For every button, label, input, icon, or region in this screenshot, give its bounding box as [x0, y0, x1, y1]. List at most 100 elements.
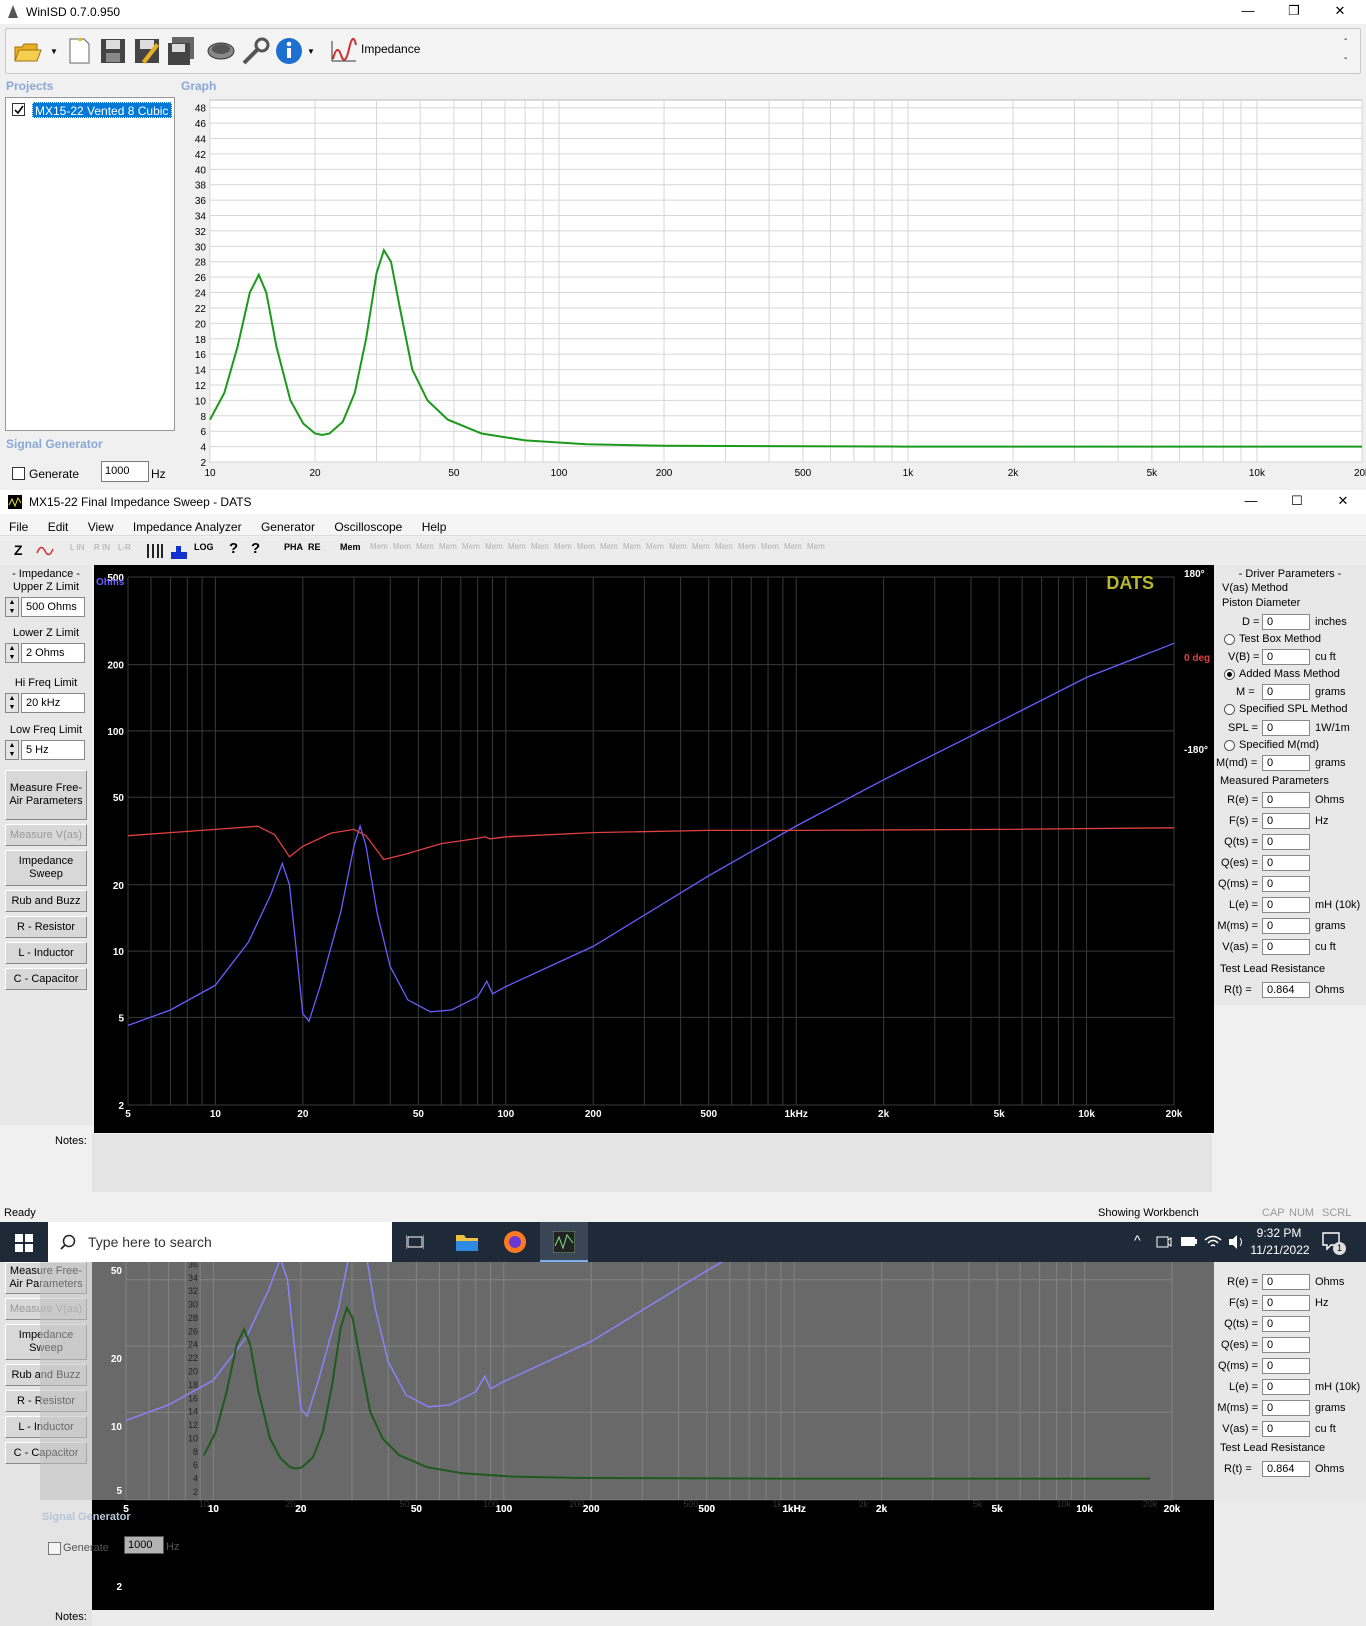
- file-explorer-icon[interactable]: [455, 1231, 479, 1253]
- info-dropdown-icon[interactable]: ▼: [307, 47, 315, 56]
- tools-wrench-icon[interactable]: [240, 35, 270, 67]
- dats-impedance-chart[interactable]: 500200100502010525 10 20 50 100 200 500 1kHz 2k 5…: [94, 565, 1214, 1133]
- vb-input[interactable]: 0: [1262, 649, 1310, 665]
- hi-freq-value[interactable]: 20 kHz: [21, 693, 85, 713]
- memory-slot-icon[interactable]: Mem: [439, 542, 457, 551]
- driver-icon[interactable]: [206, 35, 236, 67]
- info-icon[interactable]: [274, 35, 304, 67]
- param-input[interactable]: 0: [1262, 792, 1310, 808]
- toolbar-scroll-up[interactable]: -: [1344, 34, 1347, 45]
- list-item[interactable]: MX15-22 Vented 8 Cubic Fe: [10, 102, 172, 118]
- project-checkbox[interactable]: [12, 103, 25, 116]
- menu-help[interactable]: Help: [422, 520, 447, 534]
- battery-icon[interactable]: [1180, 1235, 1198, 1249]
- spectrum-icon[interactable]: [170, 542, 188, 560]
- menu-impedance-analyzer[interactable]: Impedance Analyzer: [133, 520, 242, 534]
- mmd-input[interactable]: 0: [1262, 755, 1310, 771]
- overlay-generate-checkbox[interactable]: [48, 1542, 61, 1555]
- memory-slot-icon[interactable]: Mem: [393, 542, 411, 551]
- dats-minimize-button[interactable]: —: [1228, 490, 1274, 514]
- generate-checkbox[interactable]: [12, 467, 25, 480]
- param-input[interactable]: 0: [1262, 1379, 1310, 1395]
- search-box[interactable]: Type here to search: [48, 1222, 392, 1262]
- memory-slot-icon[interactable]: Mem: [462, 542, 480, 551]
- spinner-arrows-icon[interactable]: ▲ ▼: [5, 740, 19, 760]
- impedance-sweep-button[interactable]: Impedance Sweep: [5, 850, 87, 886]
- log-icon[interactable]: LOG: [194, 542, 214, 552]
- menu-generator[interactable]: Generator: [261, 520, 315, 534]
- open-folder-icon[interactable]: [12, 35, 42, 67]
- inductor-button[interactable]: L - Inductor: [5, 942, 87, 964]
- added-mass-radio[interactable]: [1224, 669, 1235, 680]
- maximize-button[interactable]: ❐: [1271, 0, 1317, 24]
- dropdown-arrow-icon[interactable]: ▼: [50, 47, 58, 56]
- volume-icon[interactable]: [1228, 1234, 1246, 1250]
- d-input[interactable]: 0: [1262, 614, 1310, 630]
- memory-slot-icon[interactable]: Mem: [715, 542, 733, 551]
- param-input[interactable]: 0: [1262, 1274, 1310, 1290]
- rt-input[interactable]: 0.864: [1262, 982, 1310, 998]
- memory-slot-icon[interactable]: Mem: [669, 542, 687, 551]
- project-name[interactable]: MX15-22 Vented 8 Cubic Fe: [32, 102, 172, 118]
- waveform-icon[interactable]: [36, 543, 54, 559]
- param-input[interactable]: 0: [1262, 1358, 1310, 1374]
- minimize-button[interactable]: —: [1225, 0, 1271, 24]
- save-as-icon[interactable]: [132, 35, 162, 67]
- help-icon[interactable]: ?: [229, 540, 238, 557]
- hi-freq-spinner[interactable]: ▲ ▼ 20 kHz: [5, 693, 85, 713]
- spl-radio[interactable]: [1224, 704, 1235, 715]
- spinner-arrows-icon[interactable]: ▲ ▼: [5, 643, 19, 663]
- memory-slot-icon[interactable]: Mem: [508, 542, 526, 551]
- param-input[interactable]: 0: [1262, 918, 1310, 934]
- upper-z-value[interactable]: 500 Ohms: [21, 597, 85, 617]
- memory-slot-icon[interactable]: Mem: [623, 542, 641, 551]
- param-input[interactable]: 0: [1262, 1316, 1310, 1332]
- param-input[interactable]: 0: [1262, 834, 1310, 850]
- lower-z-value[interactable]: 2 Ohms: [21, 643, 85, 663]
- param-input[interactable]: 0: [1262, 1337, 1310, 1353]
- memory-slot-icon[interactable]: Mem: [577, 542, 595, 551]
- firefox-icon[interactable]: [503, 1230, 527, 1254]
- memory-slot-icon[interactable]: Mem: [600, 542, 618, 551]
- menu-edit[interactable]: Edit: [48, 520, 69, 534]
- memory-slot-icon[interactable]: Mem: [738, 542, 756, 551]
- new-file-icon[interactable]: [64, 35, 94, 67]
- re-im-icon[interactable]: RE: [308, 542, 321, 552]
- resistor-button[interactable]: R - Resistor: [5, 916, 87, 938]
- graph-type-label[interactable]: Impedance: [361, 42, 420, 56]
- mmd-radio[interactable]: [1224, 740, 1235, 751]
- measure-free-air-button[interactable]: Measure Free-Air Parameters: [5, 770, 87, 820]
- impedance-graph-icon[interactable]: [329, 35, 359, 67]
- memory-slot-icon[interactable]: Mem: [531, 542, 549, 551]
- show-hidden-icons[interactable]: ^: [1134, 1232, 1141, 1248]
- spl-input[interactable]: 0: [1262, 720, 1310, 736]
- save-all-icon[interactable]: [166, 35, 196, 67]
- measure-vas-button[interactable]: Measure V(as): [5, 824, 87, 846]
- param-input[interactable]: 0: [1262, 897, 1310, 913]
- memory-slot-icon[interactable]: Mem: [761, 542, 779, 551]
- test-box-radio[interactable]: [1224, 634, 1235, 645]
- dats-close-button[interactable]: ✕: [1320, 490, 1366, 514]
- capacitor-button[interactable]: C - Capacitor: [5, 968, 87, 990]
- menu-file[interactable]: File: [9, 520, 28, 534]
- memory-slot-icon[interactable]: Mem: [784, 542, 802, 551]
- spinner-arrows-icon[interactable]: ▲ ▼: [5, 693, 19, 713]
- meet-now-icon[interactable]: [1156, 1234, 1172, 1250]
- m-input[interactable]: 0: [1262, 684, 1310, 700]
- dats-taskbar-button[interactable]: [540, 1222, 588, 1262]
- memory-slot-icon[interactable]: Mem: [485, 542, 503, 551]
- spinner-arrows-icon[interactable]: ▲ ▼: [5, 597, 19, 617]
- overlay-rt-input[interactable]: 0.864: [1262, 1461, 1310, 1477]
- param-input[interactable]: 0: [1262, 1400, 1310, 1416]
- low-freq-value[interactable]: 5 Hz: [21, 740, 85, 760]
- wifi-icon[interactable]: [1204, 1234, 1222, 1250]
- memory-slot-icon[interactable]: Mem: [646, 542, 664, 551]
- low-freq-spinner[interactable]: ▲ ▼ 5 Hz: [5, 740, 85, 760]
- phase-icon[interactable]: PHA: [284, 542, 303, 552]
- rub-and-buzz-button[interactable]: Rub and Buzz: [5, 890, 87, 912]
- frequency-input[interactable]: 1000: [101, 461, 149, 482]
- toolbar-scroll-down[interactable]: -: [1344, 53, 1347, 64]
- param-input[interactable]: 0: [1262, 876, 1310, 892]
- upper-z-spinner[interactable]: ▲ ▼ 500 Ohms: [5, 597, 85, 617]
- memory-slot-icon[interactable]: Mem: [692, 542, 710, 551]
